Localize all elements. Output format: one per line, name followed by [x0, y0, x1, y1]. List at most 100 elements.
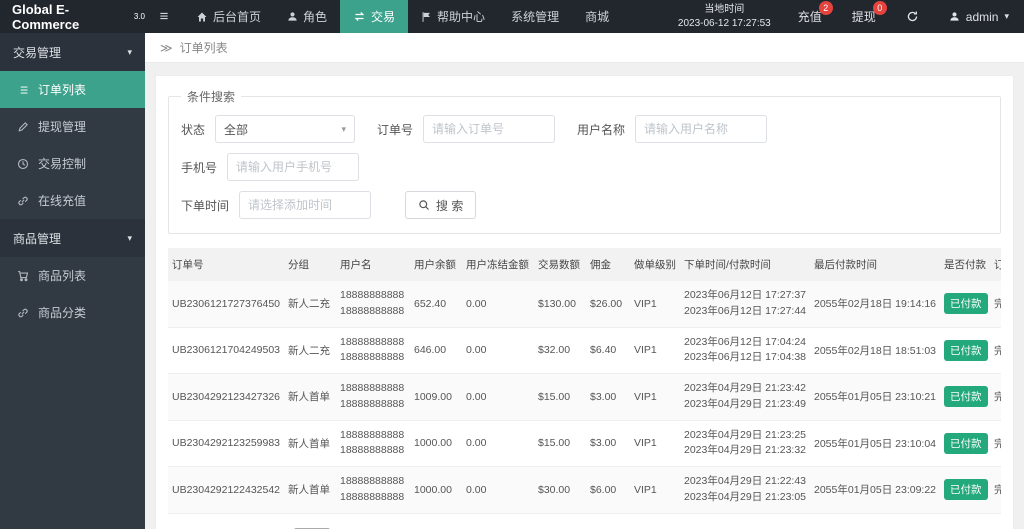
cell-status: 完成订单 — [990, 281, 1001, 328]
sidebar: 交易管理 ▾ 订单列表 提现管理 交易控制 在线充值 商品管理 ▾ 商品列表 商… — [0, 33, 145, 529]
sidebar-item-label: 交易控制 — [38, 157, 87, 171]
status-filter: 状态 全部 ▾ — [181, 115, 356, 143]
cell-commission: $26.00 — [586, 281, 630, 328]
sidebar-item-label: 商品列表 — [38, 269, 87, 283]
clock-icon — [17, 158, 29, 170]
admin-label: admin — [965, 9, 999, 24]
cell-level: VIP1 — [630, 373, 680, 421]
username-line: 18888888888 — [340, 335, 405, 348]
top-menu-help-center[interactable]: 帮助中心 — [408, 0, 498, 33]
paid-badge: 已付款 — [944, 479, 988, 501]
pay-time-line: 2023年06月12日 17:04:38 — [684, 351, 807, 364]
sidebar-item-product-category[interactable]: 商品分类 — [0, 294, 145, 331]
top-menu-label: 交易 — [371, 10, 396, 24]
cell-frozen: 0.00 — [462, 327, 534, 374]
sidebar-item-product-list[interactable]: 商品列表 — [0, 257, 145, 294]
cell-frozen: 0.00 — [462, 420, 534, 467]
username-line: 18888888888 — [340, 289, 405, 301]
app-logo-text: Global E-Commerce — [12, 1, 80, 32]
table-row: UB2304292123259983 新人首单 18888888888 1888… — [168, 420, 1001, 467]
cell-status: 完成订单 — [990, 420, 1001, 467]
top-menu-mall[interactable]: 商城 — [572, 0, 622, 33]
link-icon — [17, 195, 29, 207]
top-menu: 后台首页 角色 交易 帮助中心 系统管理 商城 — [183, 0, 622, 33]
app-logo-version: 3.0 — [133, 12, 145, 21]
cell-amount: $32.00 — [534, 327, 586, 374]
top-menu-system[interactable]: 系统管理 — [498, 0, 572, 33]
order-time-line: 2023年04月29日 21:23:25 — [684, 428, 807, 441]
top-menu-trade[interactable]: 交易 — [340, 0, 409, 33]
cell-username: 18888888888 18888888888 — [336, 373, 410, 421]
column-header-amount: 交易数额 — [534, 248, 586, 281]
hamburger-icon[interactable]: ≡ — [145, 0, 183, 33]
status-select[interactable]: 全部 ▾ — [215, 115, 356, 143]
username-line: 18888888888 — [340, 428, 405, 441]
flag-icon — [421, 11, 432, 23]
table-row: UB2304292122432542 新人首单 18888888888 1888… — [168, 466, 1001, 514]
top-menu-dashboard[interactable]: 后台首页 — [183, 0, 274, 33]
order-time-line: 2023年04月29日 21:23:42 — [684, 382, 807, 394]
cell-order-time: 2023年04月29日 21:22:43 2023年04月29日 21:23:0… — [680, 466, 810, 514]
username-input[interactable] — [635, 115, 768, 143]
cell-balance: 1009.00 — [410, 373, 462, 421]
sidebar-item-withdraw-management[interactable]: 提现管理 — [0, 108, 145, 145]
cell-amount: $30.00 — [534, 466, 586, 514]
sidebar-group-trade-management[interactable]: 交易管理 ▾ — [0, 33, 145, 71]
cell-username: 18888888888 18888888888 — [336, 281, 410, 328]
status-select-value: 全部 — [224, 122, 249, 137]
order-no-filter: 订单号 — [377, 115, 556, 143]
sidebar-item-online-recharge[interactable]: 在线充值 — [0, 182, 145, 219]
withdraw-button[interactable]: 提现 0 — [837, 0, 891, 33]
sidebar-group-product-management[interactable]: 商品管理 ▾ — [0, 219, 145, 257]
cell-level: VIP1 — [630, 281, 680, 328]
cell-order-no: UB2304292123427326 — [168, 373, 284, 421]
cell-last-pay-time: 2055年01月05日 23:10:21 — [810, 373, 940, 421]
column-header-frozen: 用户冻结金额 — [462, 248, 534, 281]
cell-last-pay-time: 2055年02月18日 18:51:03 — [810, 327, 940, 374]
paid-badge: 已付款 — [944, 386, 988, 408]
cell-level: VIP1 — [630, 327, 680, 374]
cell-status: 完成订单 — [990, 373, 1001, 421]
chevron-down-icon: ▾ — [341, 123, 347, 134]
search-panel: 条件搜索 状态 全部 ▾ 订单号 请输入订单号 用户名称 请输入用户名称 手机号… — [168, 88, 1001, 234]
pay-time-line: 2023年04月29日 21:23:32 — [684, 444, 807, 457]
sidebar-item-label: 商品分类 — [38, 306, 87, 320]
cell-paid: 已付款 — [940, 373, 990, 421]
cell-paid: 已付款 — [940, 281, 990, 328]
order-time-filter: 下单时间 — [181, 191, 372, 219]
phone-input[interactable] — [227, 153, 360, 181]
sidebar-item-order-list[interactable]: 订单列表 — [0, 71, 145, 108]
order-list-card: 条件搜索 状态 全部 ▾ 订单号 请输入订单号 用户名称 请输入用户名称 手机号… — [155, 75, 1014, 529]
sidebar-item-label: 提现管理 — [38, 120, 87, 134]
recharge-button[interactable]: 充值 2 — [783, 0, 837, 33]
search-button[interactable]: 搜 索 — [405, 191, 477, 219]
sidebar-item-trade-control[interactable]: 交易控制 — [0, 145, 145, 182]
list-icon — [17, 84, 29, 96]
orders-table-wrap: 订单号 分组 用户名 用户余额 用户冻结金额 交易数额 佣金 做单级别 下单时间… — [168, 248, 1001, 514]
cell-order-time: 2023年04月29日 21:23:25 2023年04月29日 21:23:3… — [680, 420, 810, 467]
search-panel-legend: 条件搜索 — [187, 90, 236, 104]
order-no-label: 订单号 — [377, 122, 414, 137]
chevron-down-icon: ▾ — [1004, 11, 1009, 21]
cell-username: 18888888888 18888888888 — [336, 327, 410, 374]
order-time-label: 下单时间 — [181, 198, 230, 213]
cart-icon — [17, 270, 29, 282]
recharge-label: 充值 — [797, 10, 822, 24]
cell-group: 新人首单 — [284, 373, 336, 421]
username-line: 18888888888 — [340, 304, 405, 317]
phone-label: 手机号 — [181, 160, 218, 175]
cell-paid: 已付款 — [940, 327, 990, 374]
column-header-order-time: 下单时间/付款时间 — [680, 248, 810, 281]
top-menu-roles[interactable]: 角色 — [274, 0, 340, 33]
content: 条件搜索 状态 全部 ▾ 订单号 请输入订单号 用户名称 请输入用户名称 手机号… — [145, 63, 1024, 529]
column-header-username: 用户名 — [336, 248, 410, 281]
refresh-button[interactable] — [891, 0, 934, 33]
topbar: Global E-Commerce 3.0 ≡ 后台首页 角色 交易 帮助中心 … — [0, 0, 1024, 33]
order-no-input[interactable] — [423, 115, 556, 143]
cell-order-no: UB2304292123259983 — [168, 420, 284, 467]
table-row: UB2306121704249503 新人二充 18888888888 1888… — [168, 327, 1001, 374]
order-time-input[interactable] — [239, 191, 372, 219]
admin-menu[interactable]: admin ▾ — [934, 0, 1024, 33]
cell-balance: 1000.00 — [410, 466, 462, 514]
paid-badge: 已付款 — [944, 432, 988, 454]
